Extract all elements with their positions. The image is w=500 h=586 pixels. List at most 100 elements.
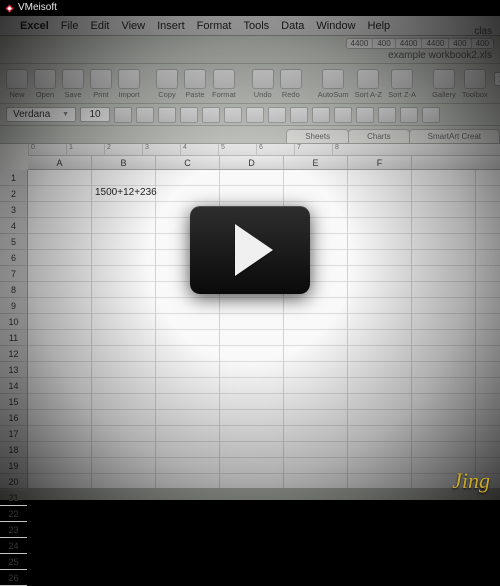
document-header: clas 4400 400 4400 4400 400 400 example … bbox=[0, 36, 500, 64]
tb-redo[interactable]: Redo bbox=[280, 69, 302, 99]
increase-decimal-button[interactable] bbox=[356, 107, 374, 123]
bold-button[interactable] bbox=[114, 107, 132, 123]
row-5[interactable]: 5 bbox=[0, 234, 27, 250]
col-b[interactable]: B bbox=[92, 156, 156, 169]
tb-toolbox[interactable]: Toolbox bbox=[462, 69, 488, 99]
menu-insert[interactable]: Insert bbox=[157, 20, 185, 32]
col-a[interactable]: A bbox=[28, 156, 92, 169]
tb-sort-za[interactable]: Sort Z-A bbox=[388, 69, 416, 99]
undo-icon bbox=[252, 69, 274, 89]
decrease-decimal-button[interactable] bbox=[334, 107, 352, 123]
font-select[interactable]: Verdana ▼ bbox=[6, 107, 76, 122]
menu-view[interactable]: View bbox=[121, 20, 145, 32]
row-20[interactable]: 20 bbox=[0, 474, 27, 490]
format-icon bbox=[213, 69, 235, 89]
row-3[interactable]: 3 bbox=[0, 202, 27, 218]
col-c[interactable]: C bbox=[156, 156, 220, 169]
tb-zoom[interactable]: 100%Zoom bbox=[494, 72, 500, 96]
col-e[interactable]: E bbox=[284, 156, 348, 169]
row-22[interactable]: 22 bbox=[0, 506, 27, 522]
row-1[interactable]: 1 bbox=[0, 170, 27, 186]
save-icon bbox=[62, 69, 84, 89]
gallery-icon bbox=[433, 69, 455, 89]
brand-name: VMeisoft bbox=[18, 0, 57, 16]
play-icon bbox=[235, 224, 273, 276]
text-color-button[interactable] bbox=[422, 107, 440, 123]
row-12[interactable]: 12 bbox=[0, 346, 27, 362]
zoom-value[interactable]: 100% bbox=[494, 72, 500, 86]
spreadsheet-area[interactable]: 012345678 A B C D E F 123456789101112131… bbox=[0, 144, 500, 488]
tb-print[interactable]: Print bbox=[90, 69, 112, 99]
col-f[interactable]: F bbox=[348, 156, 412, 169]
align-left-button[interactable] bbox=[180, 107, 198, 123]
row-19[interactable]: 19 bbox=[0, 458, 27, 474]
menu-edit[interactable]: Edit bbox=[90, 20, 109, 32]
row-4[interactable]: 4 bbox=[0, 218, 27, 234]
ribbon-tabs: Sheets Charts SmartArt Creat bbox=[0, 126, 500, 144]
tb-copy[interactable]: Copy bbox=[156, 69, 178, 99]
menu-tools[interactable]: Tools bbox=[243, 20, 269, 32]
row-23[interactable]: 23 bbox=[0, 522, 27, 538]
currency-button[interactable] bbox=[268, 107, 286, 123]
tb-paste[interactable]: Paste bbox=[184, 69, 206, 99]
row-6[interactable]: 6 bbox=[0, 250, 27, 266]
tb-new[interactable]: New bbox=[6, 69, 28, 99]
row-25[interactable]: 25 bbox=[0, 554, 27, 570]
mac-menu-bar: Excel File Edit View Insert Format Tools… bbox=[0, 16, 500, 36]
align-right-button[interactable] bbox=[224, 107, 242, 123]
menu-format[interactable]: Format bbox=[197, 20, 232, 32]
fill-color-button[interactable] bbox=[400, 107, 418, 123]
import-icon bbox=[118, 69, 140, 89]
chevron-down-icon: ▼ bbox=[62, 111, 69, 118]
align-center-button[interactable] bbox=[202, 107, 220, 123]
tb-save[interactable]: Save bbox=[62, 69, 84, 99]
open-icon bbox=[34, 69, 56, 89]
tb-format[interactable]: Format bbox=[212, 69, 236, 99]
row-9[interactable]: 9 bbox=[0, 298, 27, 314]
menu-app[interactable]: Excel bbox=[20, 20, 49, 32]
tab-charts[interactable]: Charts bbox=[348, 129, 410, 143]
tb-gallery[interactable]: Gallery bbox=[432, 69, 456, 99]
row-13[interactable]: 13 bbox=[0, 362, 27, 378]
tb-autosum[interactable]: AutoSum bbox=[318, 69, 349, 99]
merge-button[interactable] bbox=[246, 107, 264, 123]
row-14[interactable]: 14 bbox=[0, 378, 27, 394]
row-24[interactable]: 24 bbox=[0, 538, 27, 554]
row-10[interactable]: 10 bbox=[0, 314, 27, 330]
tb-open[interactable]: Open bbox=[34, 69, 56, 99]
tb-sort-az[interactable]: Sort A-Z bbox=[355, 69, 383, 99]
tb-undo[interactable]: Undo bbox=[252, 69, 274, 99]
underline-button[interactable] bbox=[158, 107, 176, 123]
row-11[interactable]: 11 bbox=[0, 330, 27, 346]
redo-icon bbox=[280, 69, 302, 89]
comma-button[interactable] bbox=[312, 107, 330, 123]
menu-data[interactable]: Data bbox=[281, 20, 304, 32]
row-17[interactable]: 17 bbox=[0, 426, 27, 442]
menu-file[interactable]: File bbox=[61, 20, 79, 32]
cell-b2[interactable]: 1500+12+236 bbox=[92, 186, 160, 199]
tab-smartart[interactable]: SmartArt Creat bbox=[409, 129, 500, 143]
tab-sheets[interactable]: Sheets bbox=[286, 129, 349, 143]
row-16[interactable]: 16 bbox=[0, 410, 27, 426]
row-8[interactable]: 8 bbox=[0, 282, 27, 298]
view-pills[interactable]: 4400 400 4400 4400 400 400 bbox=[346, 38, 494, 49]
font-size-select[interactable]: 10 bbox=[80, 107, 110, 122]
row-18[interactable]: 18 bbox=[0, 442, 27, 458]
brand-bar: VMeisoft bbox=[0, 0, 500, 16]
row-7[interactable]: 7 bbox=[0, 266, 27, 282]
row-26[interactable]: 26 bbox=[0, 570, 27, 586]
row-2[interactable]: 2 bbox=[0, 186, 27, 202]
menu-window[interactable]: Window bbox=[316, 20, 355, 32]
tb-import[interactable]: Import bbox=[118, 69, 140, 99]
borders-button[interactable] bbox=[378, 107, 396, 123]
italic-button[interactable] bbox=[136, 107, 154, 123]
col-d[interactable]: D bbox=[220, 156, 284, 169]
column-headers[interactable]: A B C D E F bbox=[28, 156, 500, 170]
menu-help[interactable]: Help bbox=[368, 20, 391, 32]
percent-button[interactable] bbox=[290, 107, 308, 123]
horizontal-ruler: 012345678 bbox=[28, 144, 500, 156]
row-headers[interactable]: 1234567891011121314151617181920212223242… bbox=[0, 170, 28, 488]
row-21[interactable]: 21 bbox=[0, 490, 27, 506]
row-15[interactable]: 15 bbox=[0, 394, 27, 410]
play-button[interactable] bbox=[190, 206, 310, 294]
